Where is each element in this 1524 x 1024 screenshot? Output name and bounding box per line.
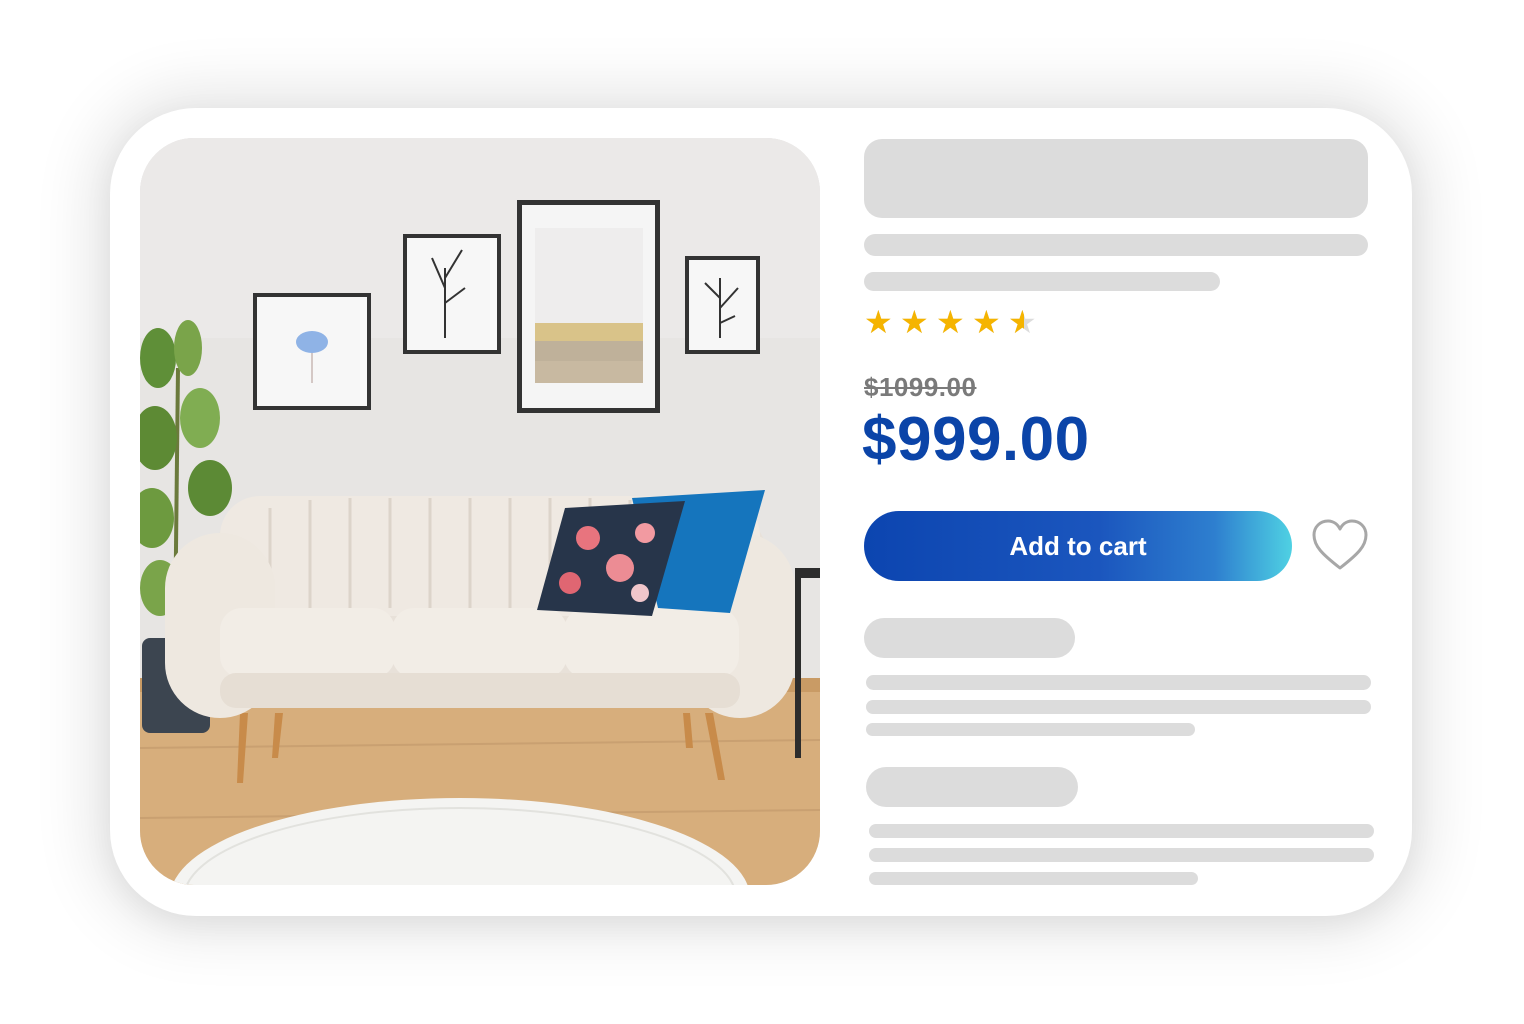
sale-price: $999.00 bbox=[862, 405, 1090, 474]
description-skeleton-line bbox=[869, 872, 1198, 885]
description-skeleton-line bbox=[866, 675, 1371, 690]
wall-frame-1 bbox=[253, 293, 371, 410]
description-skeleton-line bbox=[866, 723, 1195, 736]
section-heading-skeleton bbox=[864, 618, 1075, 658]
wall-frame-3 bbox=[517, 200, 660, 413]
wall-frame-4 bbox=[685, 256, 760, 354]
rating-stars: ★ ★ ★ ★ ★ ★ ★ ★ ★ ★ bbox=[864, 306, 1040, 340]
subtitle-skeleton-line bbox=[864, 234, 1368, 256]
wall-frame-2 bbox=[403, 234, 501, 354]
star-icon: ★ ★ bbox=[1008, 304, 1037, 340]
description-skeleton-line bbox=[869, 848, 1374, 862]
star-icon: ★ ★ bbox=[900, 304, 929, 340]
add-to-cart-button[interactable]: Add to cart bbox=[864, 511, 1292, 581]
star-icon: ★ ★ bbox=[972, 304, 1001, 340]
star-icon: ★ ★ bbox=[864, 304, 893, 340]
original-price: $1099.00 bbox=[864, 372, 977, 402]
product-image[interactable] bbox=[140, 138, 820, 885]
star-icon: ★ ★ bbox=[936, 304, 965, 340]
section-heading-skeleton bbox=[866, 767, 1078, 807]
description-skeleton-line bbox=[866, 700, 1371, 714]
description-skeleton-line bbox=[869, 824, 1374, 838]
subtitle-skeleton-line bbox=[864, 272, 1220, 291]
heart-icon[interactable] bbox=[1310, 516, 1370, 576]
title-skeleton bbox=[864, 139, 1368, 218]
